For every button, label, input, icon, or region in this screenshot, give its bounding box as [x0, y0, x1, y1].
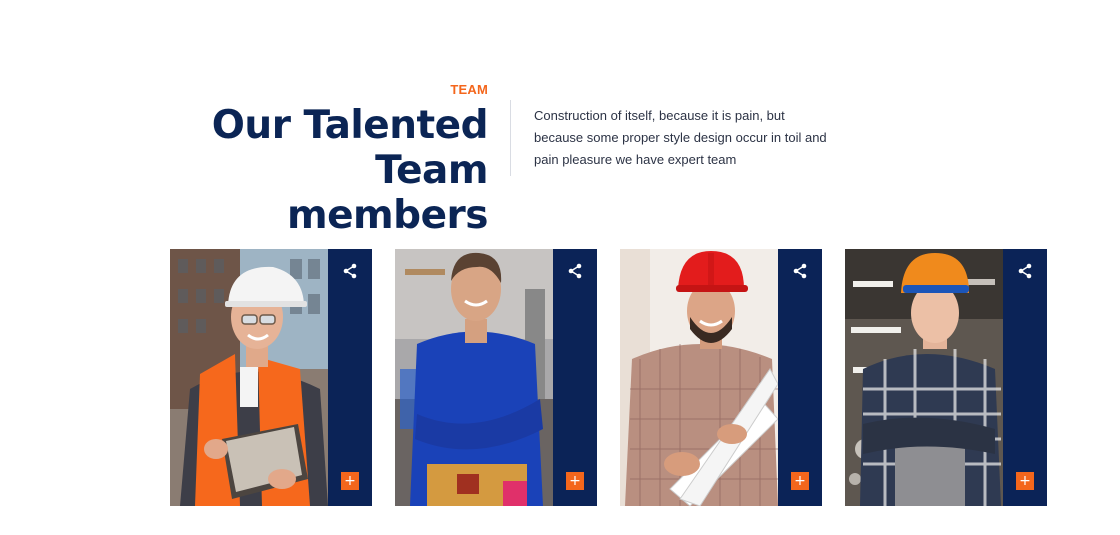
- section-intro-line-3: pain pleasure we have expert team: [534, 152, 737, 167]
- team-card[interactable]: +: [620, 249, 822, 506]
- team-card[interactable]: +: [170, 249, 372, 506]
- section-intro: Construction of itself, because it is pa…: [534, 105, 854, 171]
- section-intro-line-1: Construction of itself, because it is pa…: [534, 108, 785, 123]
- plus-button[interactable]: +: [1016, 472, 1034, 490]
- section-title-line-2: Team members: [286, 148, 489, 238]
- section-title-line-1: Our Talented: [211, 103, 489, 148]
- card-action-bar: +: [1003, 249, 1047, 506]
- team-member-photo: [620, 249, 778, 506]
- team-member-photo: [395, 249, 553, 506]
- share-icon[interactable]: [567, 263, 583, 279]
- share-icon[interactable]: [792, 263, 808, 279]
- plus-button[interactable]: +: [341, 472, 359, 490]
- team-member-photo: [170, 249, 328, 506]
- header-divider: [510, 100, 511, 176]
- card-action-bar: +: [328, 249, 372, 506]
- share-icon[interactable]: [1017, 263, 1033, 279]
- team-card[interactable]: +: [845, 249, 1047, 506]
- section-intro-line-2: because some proper style design occur i…: [534, 130, 827, 145]
- card-action-bar: +: [778, 249, 822, 506]
- plus-button[interactable]: +: [566, 472, 584, 490]
- card-action-bar: +: [553, 249, 597, 506]
- team-member-photo: [845, 249, 1003, 506]
- section-header: TEAM Our Talented Team members: [168, 82, 489, 238]
- share-icon[interactable]: [342, 263, 358, 279]
- plus-button[interactable]: +: [791, 472, 809, 490]
- team-card[interactable]: +: [395, 249, 597, 506]
- section-eyebrow: TEAM: [450, 82, 488, 97]
- section-title: Our Talented Team members: [168, 103, 489, 238]
